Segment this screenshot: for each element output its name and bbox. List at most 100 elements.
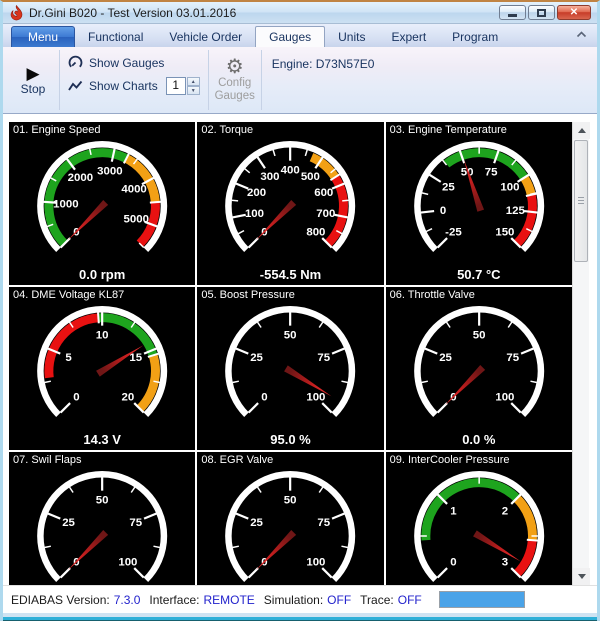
gauge-value: 0.0 rpm bbox=[9, 267, 195, 282]
gauge-dial: 0123 bbox=[386, 452, 572, 585]
gauge-title: 09. InterCooler Pressure bbox=[390, 454, 510, 466]
minimize-icon bbox=[508, 14, 517, 17]
title-bar: Dr.Gini B020 - Test Version 03.01.2016 ✕ bbox=[3, 2, 597, 24]
svg-text:800: 800 bbox=[307, 227, 326, 239]
svg-text:15: 15 bbox=[129, 352, 142, 364]
svg-text:25: 25 bbox=[442, 182, 455, 194]
tab-functional[interactable]: Functional bbox=[75, 26, 156, 47]
svg-text:25: 25 bbox=[62, 517, 75, 529]
gauge-cell: 05. Boost Pressure 0 25 50 75 100 95.0 % bbox=[197, 287, 383, 450]
svg-text:25: 25 bbox=[251, 352, 264, 364]
simulation-status: Simulation:OFF bbox=[264, 593, 351, 607]
svg-text:50: 50 bbox=[96, 495, 109, 507]
svg-text:600: 600 bbox=[315, 187, 334, 199]
gauge-cell: 06. Throttle Valve02550751000.0 % bbox=[386, 287, 572, 450]
main-area: 01. Engine Speed0100020003000400050000.0… bbox=[3, 122, 597, 585]
svg-text:125: 125 bbox=[505, 205, 525, 217]
tab-units[interactable]: Units bbox=[325, 26, 378, 47]
gauge-icon bbox=[68, 55, 83, 70]
minimize-button[interactable] bbox=[499, 5, 526, 20]
gauge-title: 05. Boost Pressure bbox=[201, 289, 295, 301]
svg-text:75: 75 bbox=[318, 517, 331, 529]
stop-button[interactable]: ▶ Stop bbox=[7, 47, 59, 113]
gauge-panel: 01. Engine Speed0100020003000400050000.0… bbox=[3, 122, 572, 585]
svg-text:5000: 5000 bbox=[124, 214, 149, 226]
spacer bbox=[3, 114, 597, 122]
maximize-button[interactable] bbox=[528, 5, 555, 20]
svg-text:300: 300 bbox=[261, 171, 280, 183]
config-gauges-button[interactable]: ⚙ Config Gauges bbox=[209, 47, 261, 113]
tab-expert[interactable]: Expert bbox=[378, 26, 439, 47]
gauge-dial: -250255075100125150 bbox=[386, 122, 572, 285]
gauge-needle bbox=[473, 530, 520, 561]
gauge-needle bbox=[68, 530, 108, 570]
svg-text:100: 100 bbox=[245, 208, 264, 220]
svg-text:100: 100 bbox=[118, 557, 137, 569]
interface-status: Interface:REMOTE bbox=[149, 593, 254, 607]
svg-text:75: 75 bbox=[484, 167, 497, 179]
svg-text:25: 25 bbox=[251, 517, 264, 529]
gauge-title: 04. DME Voltage KL87 bbox=[13, 289, 124, 301]
svg-text:100: 100 bbox=[307, 392, 326, 404]
show-gauges-button[interactable]: Show Gauges bbox=[68, 55, 200, 70]
scroll-down-button[interactable] bbox=[573, 568, 590, 585]
tab-vehicle-order[interactable]: Vehicle Order bbox=[156, 26, 255, 47]
gauge-title: 01. Engine Speed bbox=[13, 124, 100, 136]
gauge-cell: 08. EGR Valve0255075100 bbox=[197, 452, 383, 585]
gauge-cell: 02. Torque0100200300400500600700800-554.… bbox=[197, 122, 383, 285]
menu-button[interactable]: Menu bbox=[11, 26, 75, 47]
spinner-up-button[interactable]: ▲ bbox=[187, 77, 200, 86]
gauge-cell: 09. InterCooler Pressure0123 bbox=[386, 452, 572, 585]
gauge-needle bbox=[464, 160, 484, 212]
svg-text:75: 75 bbox=[129, 517, 142, 529]
trace-status: Trace:OFF bbox=[360, 593, 422, 607]
gauge-dial: 0255075100 bbox=[197, 452, 383, 585]
svg-text:0: 0 bbox=[73, 392, 79, 404]
collapse-ribbon-button[interactable] bbox=[576, 25, 587, 43]
svg-text:2: 2 bbox=[501, 505, 507, 517]
gauge-value: 14.3 V bbox=[9, 432, 195, 447]
scrollbar-thumb[interactable] bbox=[574, 140, 588, 262]
thumb-grip bbox=[578, 197, 584, 206]
svg-text:1000: 1000 bbox=[53, 198, 78, 210]
svg-text:2000: 2000 bbox=[68, 172, 93, 184]
scroll-down-icon bbox=[578, 574, 586, 579]
svg-text:25: 25 bbox=[439, 352, 452, 364]
maximize-icon bbox=[537, 9, 546, 17]
svg-text:150: 150 bbox=[495, 227, 514, 239]
gauge-dial: 010002000300040005000 bbox=[9, 122, 195, 285]
close-button[interactable]: ✕ bbox=[557, 5, 591, 20]
svg-text:3000: 3000 bbox=[97, 165, 122, 177]
window-bottom-edge bbox=[3, 617, 597, 621]
close-icon: ✕ bbox=[570, 7, 578, 18]
gauge-title: 07. Swil Flaps bbox=[13, 454, 81, 466]
svg-text:1: 1 bbox=[450, 505, 457, 517]
config-label-2: Gauges bbox=[215, 90, 255, 102]
charts-count-spinner: 1 ▲ ▼ bbox=[166, 77, 200, 95]
gauge-dial: 0100200300400500600700800 bbox=[197, 122, 383, 285]
show-charts-label: Show Charts bbox=[89, 79, 158, 93]
flame-icon bbox=[9, 5, 24, 21]
window-title: Dr.Gini B020 - Test Version 03.01.2016 bbox=[29, 6, 236, 20]
svg-text:100: 100 bbox=[307, 557, 326, 569]
vertical-scrollbar[interactable] bbox=[572, 122, 589, 585]
gauge-grid: 01. Engine Speed0100020003000400050000.0… bbox=[9, 122, 572, 585]
svg-text:50: 50 bbox=[284, 330, 297, 342]
display-group: Show Gauges Show Charts 1 ▲ ▼ bbox=[60, 47, 208, 113]
gauge-title: 03. Engine Temperature bbox=[390, 124, 507, 136]
spinner-down-button[interactable]: ▼ bbox=[187, 86, 200, 95]
tab-program[interactable]: Program bbox=[439, 26, 511, 47]
ribbon-toolbar: ▶ Stop Show Gauges Show Charts bbox=[3, 47, 597, 114]
svg-text:50: 50 bbox=[472, 330, 485, 342]
ediabas-version-status: EDIABAS Version:7.3.0 bbox=[11, 593, 140, 607]
svg-text:0: 0 bbox=[262, 392, 268, 404]
spacer bbox=[589, 122, 597, 585]
scroll-up-button[interactable] bbox=[573, 122, 590, 139]
tab-gauges[interactable]: Gauges bbox=[255, 26, 325, 47]
gauge-value: 95.0 % bbox=[197, 432, 383, 447]
gauge-cell: 07. Swil Flaps0255075100 bbox=[9, 452, 195, 585]
gauge-dial: 0255075100 bbox=[9, 452, 195, 585]
svg-text:75: 75 bbox=[318, 352, 331, 364]
show-charts-button[interactable]: Show Charts bbox=[68, 79, 158, 93]
charts-count-input[interactable]: 1 bbox=[166, 77, 186, 95]
